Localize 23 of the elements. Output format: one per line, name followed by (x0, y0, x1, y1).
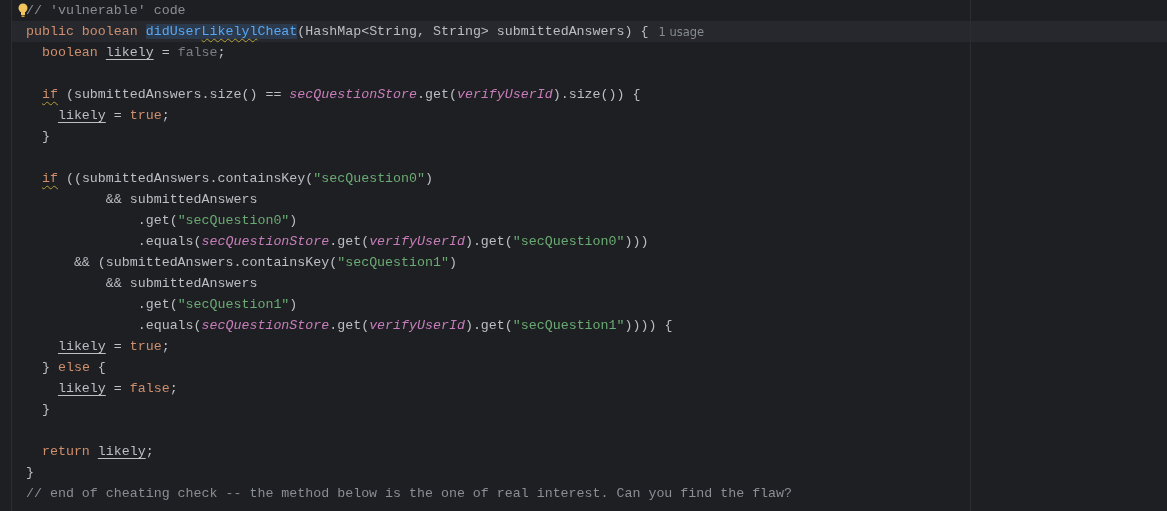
code-line: .get("secQuestion1") (136, 297, 298, 312)
code-line: .get("secQuestion0") (136, 213, 298, 228)
code-line: && (submittedAnswers.containsKey("secQuestion1") (72, 255, 457, 270)
code-line: } (40, 129, 50, 144)
code-line: return likely; (40, 444, 154, 459)
code-line: if ((submittedAnswers.containsKey("secQuestion0") (40, 171, 433, 186)
code-line: likely = true; (56, 108, 170, 123)
code-line: likely = false; (56, 381, 178, 396)
code-line: public boolean didUserLikelylCheat(HashMap<String, String> submittedAnswers) { (26, 24, 649, 39)
lightbulb-icon[interactable] (18, 3, 28, 17)
code-line: if (submittedAnswers.size() == secQuestionStore.get(verifyUserId).size()) { (40, 87, 641, 102)
code-line: && submittedAnswers (104, 192, 258, 207)
code-line: .equals(secQuestionStore.get(verifyUserId).get("secQuestion0"))) (136, 234, 649, 249)
code-line: && submittedAnswers (104, 276, 258, 291)
code-line: likely = true; (56, 339, 170, 354)
code-line: } (26, 465, 34, 480)
code-comment: // end of cheating check -- the method below is the one of real interest. Can you find the flaw? (26, 486, 793, 501)
code-line: } (40, 402, 50, 417)
code-line: .equals(secQuestionStore.get(verifyUserId).get("secQuestion1")))) { (136, 318, 673, 333)
code-line: } else { (40, 360, 106, 375)
usage-hint[interactable]: 1 usage (658, 24, 705, 39)
code-line: boolean likely = false; (40, 45, 226, 60)
code-comment: // 'vulnerable' code (26, 3, 186, 18)
